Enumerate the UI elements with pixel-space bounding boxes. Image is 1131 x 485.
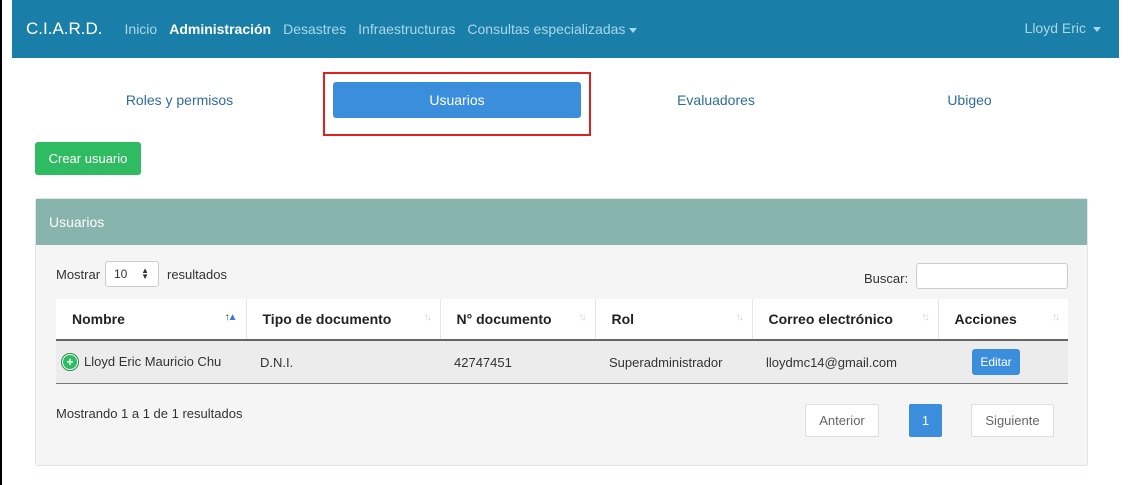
- tab-ubigeo[interactable]: Ubigeo: [851, 82, 1088, 118]
- column-header-correo[interactable]: Correo electrónico ↑↓: [752, 299, 939, 341]
- top-navbar: C.I.A.R.D. Inicio Administración Desastr…: [12, 0, 1119, 58]
- caret-down-icon: [629, 27, 638, 33]
- column-header-acciones[interactable]: Acciones ↑↓: [938, 299, 1068, 341]
- show-label: Mostrar: [56, 267, 101, 282]
- page-length-select[interactable]: 10 ▲ ▼: [105, 261, 159, 287]
- cell-acciones: Editar: [938, 340, 1068, 384]
- column-header-numero-documento[interactable]: N° documento ↑↓: [440, 299, 596, 341]
- page-length-value: 10: [114, 267, 128, 281]
- updown-arrows-icon: ▲ ▼: [141, 266, 149, 281]
- tab-roles-y-permisos[interactable]: Roles y permisos: [36, 82, 323, 118]
- window-border: [0, 0, 2, 485]
- user-menu[interactable]: Lloyd Eric: [1025, 20, 1101, 36]
- nav-link-administracion[interactable]: Administración: [169, 21, 271, 37]
- column-header-nombre[interactable]: Nombre ↑▲: [56, 299, 247, 341]
- brand-logo[interactable]: C.I.A.R.D.: [26, 19, 103, 39]
- column-header-label: Tipo de documento: [262, 311, 392, 327]
- page-1-button[interactable]: 1: [909, 404, 942, 437]
- column-header-label: Correo electrónico: [768, 311, 893, 327]
- sort-icon: ↑↓: [921, 312, 930, 323]
- column-header-rol[interactable]: Rol ↑↓: [595, 299, 753, 341]
- cell-rol: Superadministrador: [595, 340, 752, 384]
- panel-title: Usuarios: [36, 199, 1087, 245]
- table-row: + Lloyd Eric Mauricio Chu D.N.I. 42747451…: [56, 340, 1068, 384]
- nav-link-infraestructuras[interactable]: Infraestructuras: [358, 21, 455, 37]
- sort-icon: ↑↓: [1052, 312, 1060, 323]
- users-panel: Usuarios Mostrar 10 ▲ ▼ resultados Buscar…: [35, 198, 1088, 466]
- results-label: resultados: [167, 267, 227, 282]
- cell-nombre-text: Lloyd Eric Mauricio Chu: [84, 353, 222, 369]
- column-header-label: Acciones: [954, 311, 1017, 327]
- sort-icon: ↑↓: [423, 312, 432, 323]
- cell-correo: lloydmc14@gmail.com: [752, 340, 938, 384]
- edit-button[interactable]: Editar: [972, 349, 1020, 375]
- sort-icon: ↑↓: [578, 312, 587, 323]
- users-table: Nombre ↑▲ Tipo de documento ↑↓ N° document…: [56, 299, 1068, 384]
- nav-link-desastres[interactable]: Desastres: [283, 21, 346, 37]
- next-page-button[interactable]: Siguiente: [971, 404, 1054, 437]
- cell-nombre: + Lloyd Eric Mauricio Chu: [56, 340, 246, 384]
- search-input[interactable]: [916, 263, 1068, 289]
- highlight-annotation: [323, 72, 591, 136]
- pagination-info: Mostrando 1 a 1 de 1 resultados: [56, 406, 243, 421]
- create-user-button[interactable]: Crear usuario: [35, 142, 141, 175]
- previous-page-button[interactable]: Anterior: [805, 404, 879, 437]
- sort-asc-icon: ↑▲: [224, 312, 238, 323]
- column-header-label: Rol: [611, 311, 635, 327]
- nav-link-inicio[interactable]: Inicio: [125, 21, 158, 37]
- tab-evaluadores[interactable]: Evaluadores: [591, 82, 841, 118]
- cell-tipo-documento: D.N.I.: [246, 340, 440, 384]
- sort-icon: ↑↓: [735, 312, 744, 323]
- caret-down-icon: [1093, 26, 1101, 32]
- expand-row-icon[interactable]: +: [62, 354, 78, 371]
- nav-dropdown-consultas-label: Consultas especializadas: [467, 21, 626, 37]
- column-header-tipo-documento[interactable]: Tipo de documento ↑↓: [246, 299, 441, 341]
- column-header-label: Nombre: [72, 311, 125, 327]
- nav-dropdown-consultas[interactable]: Consultas especializadas: [467, 21, 638, 37]
- search-label: Buscar:: [864, 271, 909, 286]
- cell-numero-documento: 42747451: [440, 340, 595, 384]
- column-header-label: N° documento: [456, 311, 552, 327]
- user-name: Lloyd Eric: [1024, 20, 1086, 36]
